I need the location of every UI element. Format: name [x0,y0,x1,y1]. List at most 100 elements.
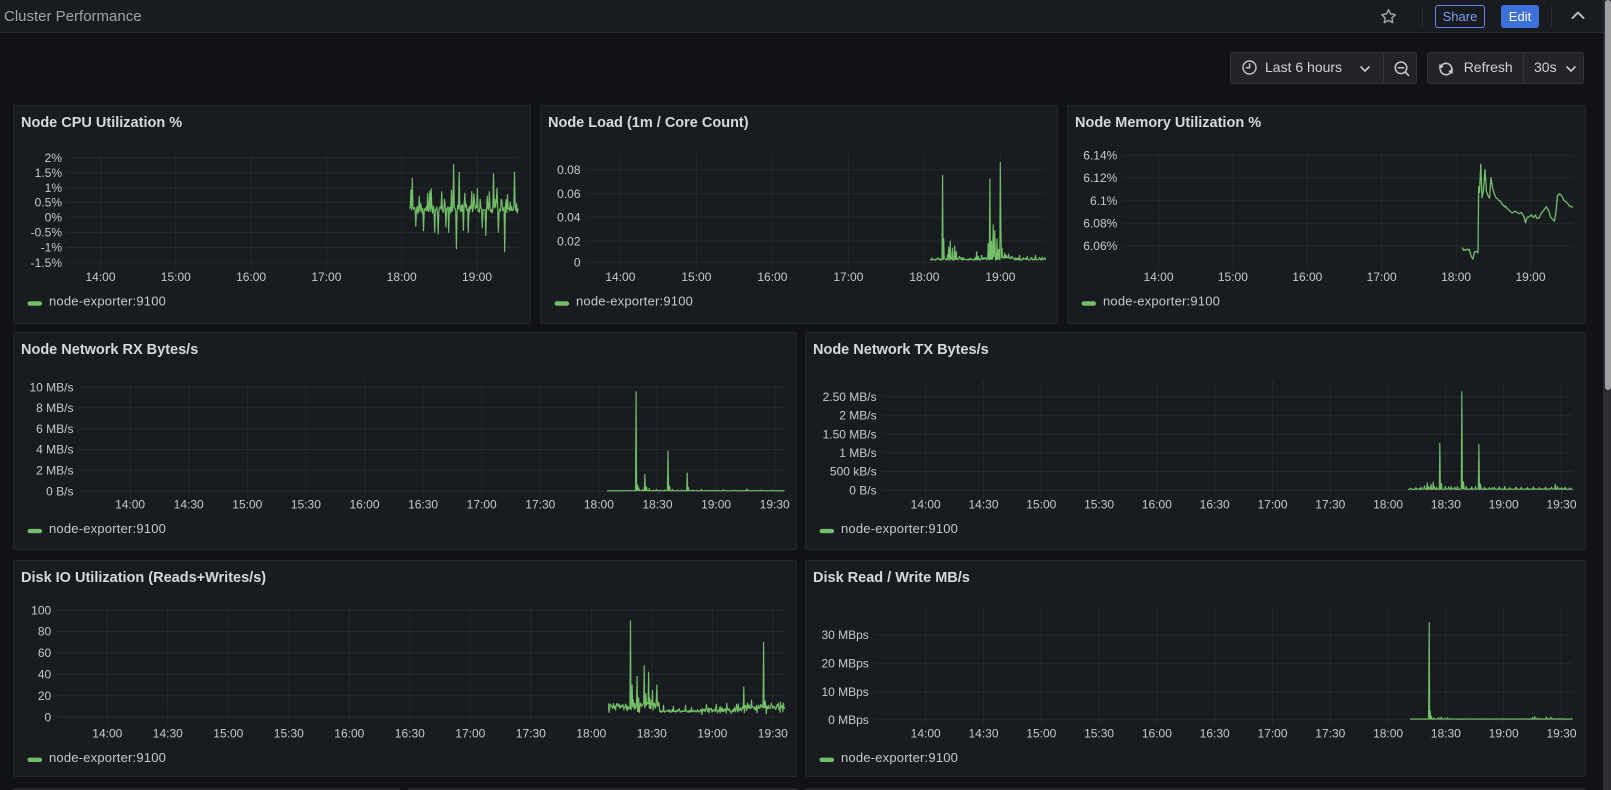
svg-text:0: 0 [44,710,51,724]
svg-text:1 MB/s: 1 MB/s [839,446,876,460]
svg-text:40: 40 [37,667,51,681]
svg-text:Disk IO Utilization (Reads+Wri: Disk IO Utilization (Reads+Writes/s) [21,570,266,586]
svg-text:14:00: 14:00 [85,270,115,284]
svg-text:16:30: 16:30 [1199,726,1229,740]
svg-text:Node CPU Utilization %: Node CPU Utilization % [21,115,182,131]
svg-text:14:30: 14:30 [152,726,182,740]
svg-text:0%: 0% [44,210,62,224]
svg-text:16:30: 16:30 [1199,498,1229,512]
svg-text:14:00: 14:00 [605,270,635,284]
svg-text:node-exporter:9100: node-exporter:9100 [576,293,693,308]
svg-text:17:00: 17:00 [1366,270,1396,284]
svg-text:16:00: 16:00 [1141,498,1171,512]
svg-text:14:00: 14:00 [910,498,940,512]
svg-text:19:00: 19:00 [985,270,1015,284]
svg-text:20 MBps: 20 MBps [821,656,868,670]
svg-text:17:30: 17:30 [1315,726,1345,740]
svg-text:30 MBps: 30 MBps [821,628,868,642]
svg-text:0.5%: 0.5% [34,195,62,209]
svg-text:16:30: 16:30 [408,498,438,512]
svg-text:0 MBps: 0 MBps [828,713,869,727]
svg-text:1%: 1% [44,180,62,194]
svg-text:19:00: 19:00 [1488,498,1518,512]
svg-text:18:30: 18:30 [636,726,666,740]
svg-text:19:00: 19:00 [697,726,727,740]
svg-text:4 MB/s: 4 MB/s [36,443,73,457]
svg-text:16:00: 16:00 [1292,270,1322,284]
svg-text:node-exporter:9100: node-exporter:9100 [49,293,166,308]
svg-text:node-exporter:9100: node-exporter:9100 [1103,293,1220,308]
svg-text:14:30: 14:30 [968,726,998,740]
svg-text:0.02: 0.02 [557,234,581,248]
svg-text:-0.5%: -0.5% [30,225,62,239]
svg-text:17:30: 17:30 [515,726,545,740]
svg-text:Node Network TX Bytes/s: Node Network TX Bytes/s [813,342,989,358]
svg-text:6.14%: 6.14% [1083,148,1117,162]
svg-text:14:30: 14:30 [173,498,203,512]
svg-text:0 B/s: 0 B/s [849,483,876,497]
svg-text:15:00: 15:00 [160,270,190,284]
svg-text:18:00: 18:00 [576,726,606,740]
svg-text:15:00: 15:00 [1217,270,1247,284]
svg-text:2.50 MB/s: 2.50 MB/s [822,390,876,404]
svg-text:1.50 MB/s: 1.50 MB/s [822,427,876,441]
svg-text:node-exporter:9100: node-exporter:9100 [49,521,166,536]
svg-text:2 MB/s: 2 MB/s [839,409,876,423]
svg-text:17:00: 17:00 [455,726,485,740]
svg-text:80: 80 [37,624,51,638]
svg-text:16:00: 16:00 [236,270,266,284]
svg-text:Disk Read / Write MB/s: Disk Read / Write MB/s [813,570,970,586]
svg-text:18:00: 18:00 [1373,498,1403,512]
svg-text:6.1%: 6.1% [1089,193,1117,207]
svg-text:15:30: 15:30 [290,498,320,512]
svg-text:6 MB/s: 6 MB/s [36,422,73,436]
svg-text:-1%: -1% [40,240,62,254]
svg-text:15:30: 15:30 [1084,498,1114,512]
svg-text:-1.5%: -1.5% [30,255,62,269]
svg-text:16:00: 16:00 [757,270,787,284]
svg-text:20: 20 [37,688,51,702]
svg-text:15:00: 15:00 [232,498,262,512]
svg-text:17:30: 17:30 [525,498,555,512]
svg-text:17:30: 17:30 [1315,498,1345,512]
svg-text:15:00: 15:00 [1026,726,1056,740]
svg-text:2%: 2% [44,151,62,165]
svg-text:17:00: 17:00 [833,270,863,284]
svg-text:Node Network RX Bytes/s: Node Network RX Bytes/s [21,342,198,358]
svg-text:18:00: 18:00 [1441,270,1471,284]
svg-text:6.12%: 6.12% [1083,171,1117,185]
svg-text:18:30: 18:30 [1430,726,1460,740]
svg-text:19:30: 19:30 [759,498,789,512]
svg-text:60: 60 [37,646,51,660]
svg-text:17:00: 17:00 [466,498,496,512]
svg-text:500 kB/s: 500 kB/s [829,465,876,479]
svg-text:19:00: 19:00 [461,270,491,284]
svg-text:19:30: 19:30 [1546,726,1576,740]
svg-text:14:00: 14:00 [115,498,145,512]
svg-text:node-exporter:9100: node-exporter:9100 [49,749,166,764]
svg-text:19:30: 19:30 [757,726,787,740]
svg-text:14:00: 14:00 [92,726,122,740]
svg-text:18:00: 18:00 [909,270,939,284]
svg-text:6.06%: 6.06% [1083,239,1117,253]
svg-text:16:00: 16:00 [349,498,379,512]
svg-text:Node Load (1m / Core Count): Node Load (1m / Core Count) [548,115,749,131]
svg-text:19:00: 19:00 [701,498,731,512]
svg-text:19:00: 19:00 [1488,726,1518,740]
svg-text:2 MB/s: 2 MB/s [36,464,73,478]
svg-text:15:00: 15:00 [1026,498,1056,512]
svg-text:16:00: 16:00 [334,726,364,740]
svg-text:0: 0 [573,255,580,269]
svg-text:18:00: 18:00 [583,498,613,512]
svg-text:15:00: 15:00 [681,270,711,284]
svg-text:node-exporter:9100: node-exporter:9100 [841,749,958,764]
svg-text:100: 100 [31,603,51,617]
svg-text:10 MBps: 10 MBps [821,685,868,699]
svg-text:18:00: 18:00 [1373,726,1403,740]
svg-text:node-exporter:9100: node-exporter:9100 [841,521,958,536]
svg-text:18:30: 18:30 [642,498,672,512]
svg-text:16:00: 16:00 [1141,726,1171,740]
svg-text:0 B/s: 0 B/s [46,484,73,498]
svg-text:0.08: 0.08 [557,163,581,177]
svg-text:19:00: 19:00 [1515,270,1545,284]
